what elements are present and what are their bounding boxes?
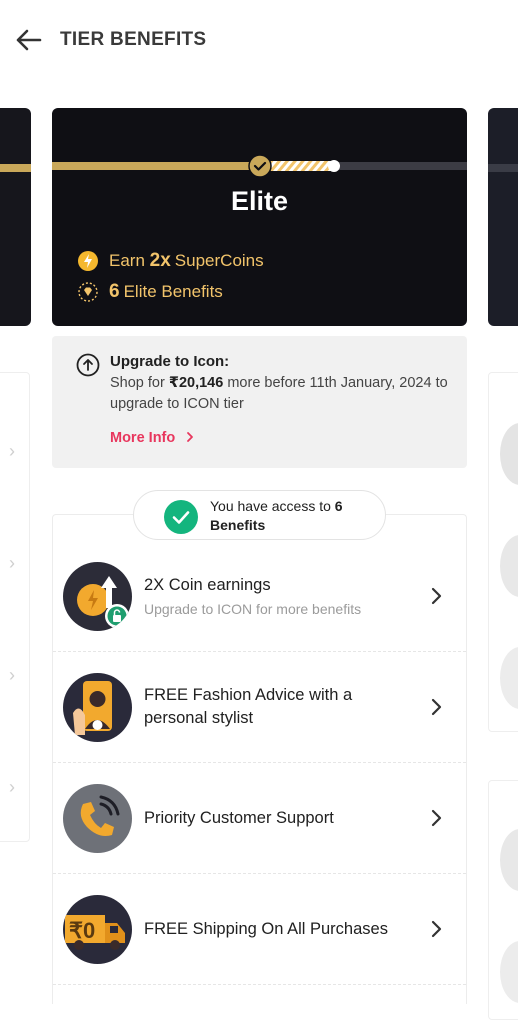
chevron-right-icon: › [9,777,15,797]
chevron-right-icon [431,809,442,827]
current-tier-badge-icon [248,154,272,178]
chevron-right-icon [431,920,442,938]
upgrade-arrow-icon [76,353,100,377]
tier-name: Elite [230,186,289,216]
benefit-label: Priority Customer Support [144,809,334,827]
perk-text: SuperCoins [174,251,264,270]
perk-multiplier: 2x [149,250,171,271]
chevron-right-icon [187,432,194,442]
top-bar: TIER BENEFITS [0,0,518,82]
elite-benefits-perk: 6 Elite Benefits [77,281,223,303]
benefits-access-badge: You have access to 6 Benefits [133,490,386,540]
back-arrow-icon[interactable] [14,26,46,54]
perk-text: Elite Benefits [123,282,223,301]
access-suffix: Benefits [210,517,266,533]
benefit-thumb [500,829,518,891]
upgrade-amount: ₹20,146 [168,375,224,391]
benefit-thumb [500,535,518,597]
benefit-row-fashion-advice[interactable]: FREE Fashion Advice with a personal styl… [53,652,466,763]
upgrade-title: Upgrade to Icon: [110,353,230,370]
tier-card-elite[interactable]: Elite Earn 2x SuperCoins 6 Elite Benefits [52,108,467,326]
next-tier-card[interactable] [488,108,518,326]
stylist-phone-icon [63,673,132,742]
chevron-right-icon [431,587,442,605]
benefit-label: 2X Coin earnings [144,576,271,594]
check-circle-icon [164,500,198,534]
benefit-label: FREE Shipping On All Purchases [144,920,388,938]
supercoin-perk: Earn 2x SuperCoins [77,250,264,272]
benefit-thumb [500,647,518,709]
tier-benefits-screen: TIER BENEFITS › › › › Elite Earn 2x Supe… [0,0,518,1023]
more-info-link[interactable]: More Info [110,430,195,446]
upgrade-info-box: Upgrade to Icon: Shop for ₹20,146 more b… [52,336,467,468]
delivery-truck-icon: ₹0 [63,895,132,964]
phone-support-icon [63,784,132,853]
benefit-label: FREE Fashion Advice with a personal styl… [144,686,353,727]
page-title: TIER BENEFITS [60,29,207,50]
benefits-list: 2X Coin earnings Upgrade to ICON for mor… [52,514,467,1004]
benefit-sublabel: Upgrade to ICON for more benefits [144,601,362,617]
access-prefix: You have access to [210,498,331,514]
access-count: 6 [334,498,343,514]
access-text: You have access to 6 Benefits [210,497,343,535]
perk-count: 6 [109,281,120,302]
benefit-row-free-shipping[interactable]: ₹0 FREE Shipping On All Purchases [53,874,466,985]
benefit-thumb [500,941,518,1003]
benefit-thumb [500,423,518,485]
coin-earnings-icon [63,562,132,631]
chevron-right-icon: › [9,665,15,685]
benefit-row-priority-support[interactable]: Priority Customer Support [53,763,466,874]
upgrade-text: Shop for ₹20,146 more before 11th Januar… [110,373,450,415]
more-info-label: More Info [110,430,176,446]
diamond-badge-icon [77,281,99,303]
chevron-right-icon: › [9,441,15,461]
next-tier-benefits [488,372,518,732]
svg-text:₹0: ₹0 [69,918,95,943]
upgrade-text-prefix: Shop for [110,375,165,391]
previous-tier-benefits: › › › › [0,372,30,842]
lightning-coin-icon [77,250,99,272]
benefit-row-coin-earnings[interactable]: 2X Coin earnings Upgrade to ICON for mor… [53,541,466,652]
chevron-right-icon [431,698,442,716]
chevron-right-icon: › [9,553,15,573]
next-tier-benefits-2 [488,780,518,1020]
perk-text: Earn [109,251,145,270]
previous-tier-card[interactable] [0,108,31,326]
